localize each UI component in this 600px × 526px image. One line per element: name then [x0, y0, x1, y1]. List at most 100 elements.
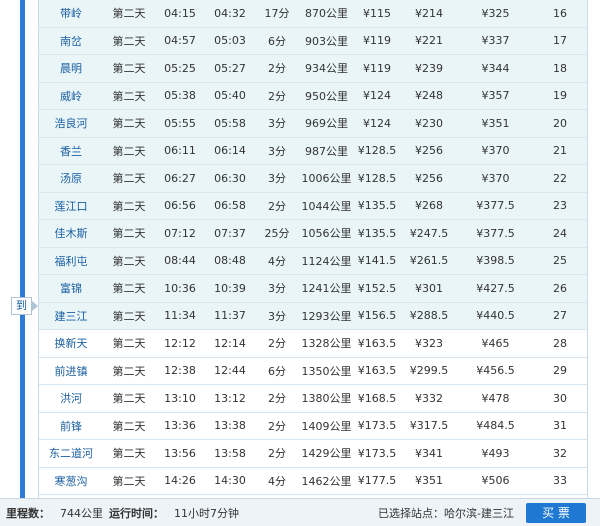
runtime-value: 11小时7分钟 — [174, 506, 239, 520]
depart-time: 05:03 — [205, 27, 255, 55]
price-hard-seat: ¥119 — [354, 27, 400, 55]
price-hard-seat: ¥173.5 — [354, 412, 400, 440]
price-soft-sleeper: ¥484.5 — [458, 412, 533, 440]
table-row[interactable]: 佳木斯 第二天 07:12 07:37 25分 1056公里 ¥135.5 ¥247.5 ¥37… — [39, 219, 587, 248]
table-row[interactable]: 香兰 第二天 06:11 06:14 3分 987公里 ¥128.5 ¥256 ¥370 21 — [39, 137, 587, 165]
distance: 1328公里 — [299, 329, 354, 358]
price-hard-sleeper: ¥214 — [400, 0, 458, 28]
station-number: 24 — [533, 219, 587, 248]
price-hard-sleeper: ¥256 — [400, 164, 458, 193]
stop-duration: 4分 — [255, 467, 299, 495]
table-row[interactable]: 前进镇 第二天 12:38 12:44 6分 1350公里 ¥163.5 ¥299.5 ¥456… — [39, 357, 587, 385]
arrival-day: 第二天 — [103, 219, 155, 248]
station-number: 30 — [533, 384, 587, 413]
station-number: 25 — [533, 247, 587, 275]
station-name: 寒葱沟 — [39, 467, 103, 495]
table-row[interactable]: 晨明 第二天 05:25 05:27 2分 934公里 ¥119 ¥239 ¥344 18 — [39, 54, 587, 83]
price-hard-sleeper: ¥301 — [400, 274, 458, 303]
arrival-day: 第二天 — [103, 302, 155, 330]
station-name: 佳木斯 — [39, 219, 103, 248]
station-number: 29 — [533, 357, 587, 385]
distance: 903公里 — [299, 27, 354, 55]
price-hard-seat: ¥135.5 — [354, 219, 400, 248]
arrive-time: 04:57 — [155, 27, 205, 55]
table-row[interactable]: 威岭 第二天 05:38 05:40 2分 950公里 ¥124 ¥248 ¥357 19 — [39, 82, 587, 110]
depart-time: 06:30 — [205, 164, 255, 193]
arrive-time: 13:10 — [155, 384, 205, 413]
station-name: 建三江 — [39, 302, 103, 330]
station-name: 换新天 — [39, 329, 103, 358]
stop-duration: 17分 — [255, 0, 299, 28]
stop-duration: 2分 — [255, 54, 299, 83]
table-row[interactable]: 南岔 第二天 04:57 05:03 6分 903公里 ¥119 ¥221 ¥337 17 — [39, 27, 587, 55]
depart-time: 05:40 — [205, 82, 255, 110]
price-soft-sleeper: ¥325 — [458, 0, 533, 28]
price-soft-sleeper: ¥344 — [458, 54, 533, 83]
table-row[interactable]: 福利屯 第二天 08:44 08:48 4分 1124公里 ¥141.5 ¥261.5 ¥398… — [39, 247, 587, 275]
distance: 934公里 — [299, 54, 354, 83]
station-name: 莲江口 — [39, 192, 103, 220]
arrival-day: 第二天 — [103, 164, 155, 193]
station-name: 香兰 — [39, 137, 103, 165]
station-name: 洪河 — [39, 384, 103, 413]
station-number: 28 — [533, 329, 587, 358]
arrival-day: 第二天 — [103, 137, 155, 165]
distance: 1462公里 — [299, 467, 354, 495]
station-name: 东二道河 — [39, 439, 103, 468]
table-row[interactable]: 带岭 第二天 04:15 04:32 17分 870公里 ¥115 ¥214 ¥325 16 — [39, 0, 587, 28]
price-soft-sleeper: ¥351 — [458, 109, 533, 138]
price-hard-sleeper: ¥341 — [400, 439, 458, 468]
arrival-day: 第二天 — [103, 384, 155, 413]
distance: 870公里 — [299, 0, 354, 28]
price-hard-seat: ¥163.5 — [354, 357, 400, 385]
mileage-value: 744公里 — [60, 506, 103, 520]
price-hard-sleeper: ¥288.5 — [400, 302, 458, 330]
price-hard-seat: ¥115 — [354, 0, 400, 28]
price-soft-sleeper: ¥506 — [458, 467, 533, 495]
price-hard-seat: ¥128.5 — [354, 164, 400, 193]
stop-duration: 4分 — [255, 247, 299, 275]
arrive-time: 06:11 — [155, 137, 205, 165]
depart-time: 13:38 — [205, 412, 255, 440]
arrive-time: 06:56 — [155, 192, 205, 220]
table-row[interactable]: 洪河 第二天 13:10 13:12 2分 1380公里 ¥168.5 ¥332 ¥478 30 — [39, 384, 587, 413]
price-hard-sleeper: ¥247.5 — [400, 219, 458, 248]
station-number: 21 — [533, 137, 587, 165]
price-soft-sleeper: ¥478 — [458, 384, 533, 413]
table-row[interactable]: 换新天 第二天 12:12 12:14 2分 1328公里 ¥163.5 ¥323 ¥465 28 — [39, 329, 587, 358]
distance: 1293公里 — [299, 302, 354, 330]
depart-time: 08:48 — [205, 247, 255, 275]
arrival-day: 第二天 — [103, 54, 155, 83]
table-row[interactable]: 富锦 第二天 10:36 10:39 3分 1241公里 ¥152.5 ¥301 ¥427.5 2… — [39, 274, 587, 303]
buy-ticket-button[interactable]: 买 票 — [526, 503, 586, 523]
arrival-day: 第二天 — [103, 467, 155, 495]
table-row[interactable]: 莲江口 第二天 06:56 06:58 2分 1044公里 ¥135.5 ¥268 ¥377.5… — [39, 192, 587, 220]
price-hard-sleeper: ¥323 — [400, 329, 458, 358]
table-row[interactable]: 建三江 第二天 11:34 11:37 3分 1293公里 ¥156.5 ¥288.5 ¥440… — [39, 302, 587, 330]
table-row[interactable]: 汤原 第二天 06:27 06:30 3分 1006公里 ¥128.5 ¥256 ¥370 22 — [39, 164, 587, 193]
station-name: 福利屯 — [39, 247, 103, 275]
table-row[interactable]: 寒葱沟 第二天 14:26 14:30 4分 1462公里 ¥177.5 ¥351 ¥506 33 — [39, 467, 587, 495]
price-soft-sleeper: ¥427.5 — [458, 274, 533, 303]
table-row[interactable]: 浩良河 第二天 05:55 05:58 3分 969公里 ¥124 ¥230 ¥351 20 — [39, 109, 587, 138]
price-hard-sleeper: ¥268 — [400, 192, 458, 220]
arrive-time: 06:27 — [155, 164, 205, 193]
depart-time: 06:14 — [205, 137, 255, 165]
arrival-day: 第二天 — [103, 274, 155, 303]
station-number: 26 — [533, 274, 587, 303]
stop-duration: 2分 — [255, 329, 299, 358]
station-name: 晨明 — [39, 54, 103, 83]
station-number: 31 — [533, 412, 587, 440]
selected-stations: 已选择站点：哈尔滨-建三江 — [378, 506, 514, 520]
distance: 1241公里 — [299, 274, 354, 303]
depart-time: 12:14 — [205, 329, 255, 358]
arrive-time: 13:56 — [155, 439, 205, 468]
table-row[interactable]: 东二道河 第二天 13:56 13:58 2分 1429公里 ¥173.5 ¥341 ¥493 3… — [39, 439, 587, 468]
arrival-day: 第二天 — [103, 357, 155, 385]
price-soft-sleeper: ¥357 — [458, 82, 533, 110]
distance: 1056公里 — [299, 219, 354, 248]
timetable: 带岭 第二天 04:15 04:32 17分 870公里 ¥115 ¥214 ¥325 16 南岔第… — [38, 0, 588, 523]
table-row[interactable]: 前锋 第二天 13:36 13:38 2分 1409公里 ¥173.5 ¥317.5 ¥484.… — [39, 412, 587, 440]
price-hard-sleeper: ¥256 — [400, 137, 458, 165]
summary-footer: 里程数： 744公里 运行时间： 11小时7分钟 已选择站点：哈尔滨-建三江 买… — [0, 498, 600, 526]
